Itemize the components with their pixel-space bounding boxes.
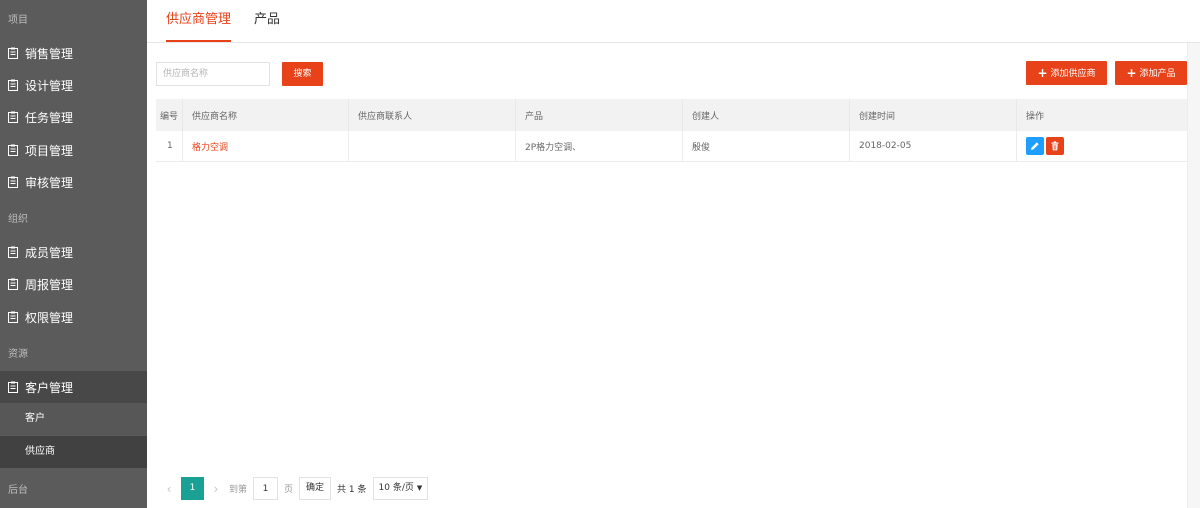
clipboard-icon xyxy=(8,79,18,91)
clipboard-icon xyxy=(8,111,18,123)
column-header-supplier-name: 供应商名称 xyxy=(183,99,349,131)
supplier-name-search-input[interactable] xyxy=(156,62,270,86)
clipboard-icon xyxy=(8,311,18,323)
sidebar-subitem-customer[interactable]: 客户 xyxy=(0,403,147,435)
edit-button[interactable] xyxy=(1026,137,1044,155)
column-header-created-time: 创建时间 xyxy=(850,99,1017,131)
prev-page-button[interactable]: ‹ xyxy=(162,482,176,496)
cell-id: 1 xyxy=(156,131,183,161)
add-supplier-button[interactable]: + 添加供应商 xyxy=(1026,61,1107,85)
sidebar-item-weekly-reports[interactable]: 周报管理 xyxy=(0,268,147,300)
cell-contact xyxy=(349,131,516,161)
column-header-product: 产品 xyxy=(516,99,683,131)
tab-products[interactable]: 产品 xyxy=(254,0,280,43)
tab-supplier-management[interactable]: 供应商管理 xyxy=(166,0,232,43)
sidebar-item-label: 周报管理 xyxy=(25,277,74,292)
clipboard-icon xyxy=(8,144,18,156)
column-header-id: 编号 xyxy=(156,99,183,131)
sidebar: 项目 销售管理 设计管理 任务管理 项目管理 审核管理 组织 成员管理 周报管理… xyxy=(0,0,147,508)
clipboard-icon xyxy=(8,381,18,393)
sidebar-item-customers[interactable]: 客户管理 xyxy=(0,371,147,403)
confirm-page-button[interactable]: 确定 xyxy=(299,477,332,500)
supplier-table: 编号 供应商名称 供应商联系人 产品 创建人 创建时间 操作 1 格力空调 2P… xyxy=(156,99,1187,162)
cell-supplier-name: 格力空调 xyxy=(183,131,349,161)
next-page-button[interactable]: › xyxy=(209,482,223,496)
goto-label: 到第 xyxy=(229,485,248,495)
clipboard-icon xyxy=(8,246,18,258)
sidebar-item-permissions[interactable]: 权限管理 xyxy=(0,301,147,333)
add-product-label: 添加产品 xyxy=(1139,69,1176,79)
sidebar-item-label: 客户管理 xyxy=(25,380,74,395)
sidebar-item-sales[interactable]: 销售管理 xyxy=(0,37,147,69)
sidebar-group-organization: 组织 xyxy=(8,214,28,225)
cell-product: 2P格力空调、 xyxy=(516,131,683,161)
sidebar-item-design[interactable]: 设计管理 xyxy=(0,69,147,101)
clipboard-icon xyxy=(8,47,18,59)
sidebar-item-members[interactable]: 成员管理 xyxy=(0,236,147,268)
cell-creator: 殷俊 xyxy=(683,131,850,161)
supplier-name-link[interactable]: 格力空调 xyxy=(192,140,228,153)
page-unit-label: 页 xyxy=(284,485,294,495)
sidebar-item-label: 项目管理 xyxy=(25,143,74,158)
column-header-contact: 供应商联系人 xyxy=(349,99,516,131)
plus-icon: + xyxy=(1126,66,1137,80)
sidebar-item-label: 任务管理 xyxy=(25,110,74,125)
sidebar-item-review[interactable]: 审核管理 xyxy=(0,166,147,198)
cell-created-time: 2018-02-05 xyxy=(850,131,1017,161)
vertical-scrollbar[interactable] xyxy=(1187,43,1200,508)
page-size-value: 10 条/页 xyxy=(378,483,414,493)
column-header-actions: 操作 xyxy=(1026,111,1045,122)
delete-button[interactable] xyxy=(1046,137,1064,155)
trash-icon xyxy=(1051,141,1059,151)
caret-down-icon: ▼ xyxy=(416,484,423,492)
pencil-icon xyxy=(1031,142,1039,150)
sidebar-subitem-supplier[interactable]: 供应商 xyxy=(0,436,147,468)
sidebar-item-projects[interactable]: 项目管理 xyxy=(0,134,147,166)
sidebar-item-label: 成员管理 xyxy=(25,245,74,260)
column-header-creator: 创建人 xyxy=(683,99,850,131)
clipboard-icon xyxy=(8,176,18,188)
add-product-button[interactable]: + 添加产品 xyxy=(1115,61,1187,85)
page-size-select[interactable]: 10 条/页 ▼ xyxy=(372,477,429,500)
sidebar-item-label: 权限管理 xyxy=(25,310,74,325)
sidebar-group-resources: 资源 xyxy=(8,349,28,360)
goto-page-input[interactable] xyxy=(253,477,279,500)
sidebar-item-tasks[interactable]: 任务管理 xyxy=(0,101,147,133)
table-header: 编号 供应商名称 供应商联系人 产品 创建人 创建时间 操作 xyxy=(156,99,1187,131)
add-supplier-label: 添加供应商 xyxy=(1050,69,1096,79)
sidebar-item-label: 审核管理 xyxy=(25,175,74,190)
search-button[interactable]: 搜索 xyxy=(282,62,323,86)
clipboard-icon xyxy=(8,278,18,290)
tab-bar: 供应商管理 产品 xyxy=(147,0,1200,43)
sidebar-group-project: 项目 xyxy=(8,15,28,26)
sidebar-item-label: 设计管理 xyxy=(25,78,74,93)
current-page-button[interactable]: 1 xyxy=(181,477,204,500)
pagination: ‹ 1 › 到第 页 确定 共 1 条 10 条/页▼ xyxy=(162,477,429,500)
main-content: 供应商管理 产品 搜索 +添加供应商 +添加产品 编号 供应商名称 供应商联系人… xyxy=(147,0,1200,508)
plus-icon: + xyxy=(1037,66,1048,80)
table-row: 1 格力空调 2P格力空调、 殷俊 2018-02-05 xyxy=(156,131,1187,162)
sidebar-item-label: 销售管理 xyxy=(25,46,74,61)
cell-actions xyxy=(1017,131,1187,161)
sidebar-group-backend: 后台 xyxy=(8,485,28,496)
total-count: 共 1 条 xyxy=(337,485,367,495)
